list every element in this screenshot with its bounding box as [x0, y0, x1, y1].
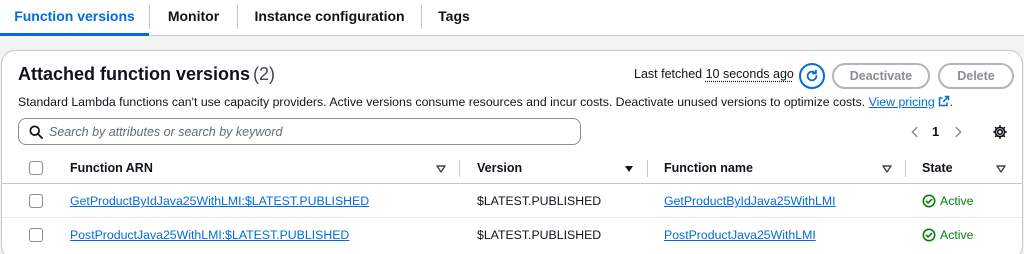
tab-tags[interactable]: Tags [422, 0, 486, 34]
panel-title-count: (2) [253, 64, 276, 84]
state-cell: Active [922, 184, 974, 218]
panel-description: Standard Lambda functions can't use capa… [18, 95, 953, 109]
tab-function-versions[interactable]: Function versions [0, 0, 149, 36]
tab-monitor[interactable]: Monitor [150, 0, 237, 34]
state-label: Active [940, 194, 974, 208]
pagination: 1 [908, 118, 965, 145]
last-fetched: Last fetched 10 seconds ago [634, 67, 794, 81]
column-header-function-name[interactable]: Function name [664, 152, 753, 184]
function-arn-link[interactable]: PostProductJava25WithLMI:$LATEST.PUBLISH… [70, 218, 349, 252]
description-text: Standard Lambda functions can't use capa… [18, 95, 866, 109]
search-placeholder: Search by attributes or search by keywor… [49, 124, 283, 139]
state-cell: Active [922, 218, 974, 252]
last-fetched-value[interactable]: 10 seconds ago [706, 67, 794, 81]
sort-caret-down-filled-icon[interactable] [624, 164, 634, 174]
function-name-link[interactable]: GetProductByIdJava25WithLMI [664, 184, 836, 218]
table-row: GetProductByIdJava25WithLMI:$LATEST.PUBL… [2, 184, 1022, 218]
search-input[interactable]: Search by attributes or search by keywor… [18, 118, 581, 145]
refresh-button[interactable] [799, 63, 825, 89]
sort-caret-down-icon[interactable] [882, 164, 892, 174]
search-icon [29, 124, 43, 139]
last-fetched-label: Last fetched [634, 67, 703, 81]
settings-gear-icon[interactable] [992, 124, 1008, 140]
column-divider [459, 160, 460, 177]
view-pricing-label: View pricing [868, 95, 935, 109]
version-cell: $LATEST.PUBLISHED [477, 194, 602, 208]
row-checkbox[interactable] [29, 228, 43, 242]
delete-button[interactable]: Delete [938, 63, 1014, 89]
table-header: Function ARN Version Function name State [2, 152, 1022, 184]
tab-instance-configuration[interactable]: Instance configuration [238, 0, 421, 34]
state-label: Active [940, 228, 974, 242]
status-success-icon [922, 194, 936, 208]
tab-bar: Function versions Monitor Instance confi… [0, 0, 1024, 36]
version-cell: $LATEST.PUBLISHED [477, 228, 602, 242]
deactivate-button[interactable]: Deactivate [832, 63, 930, 89]
select-all-checkbox[interactable] [29, 161, 43, 175]
column-header-state[interactable]: State [922, 152, 953, 184]
column-header-function-arn[interactable]: Function ARN [70, 152, 153, 184]
column-header-version[interactable]: Version [477, 152, 522, 184]
pagination-page-1[interactable]: 1 [932, 124, 939, 139]
table-row: PostProductJava25WithLMI:$LATEST.PUBLISH… [2, 218, 1022, 252]
attached-versions-panel: Attached function versions (2) Last fetch… [1, 50, 1023, 254]
view-pricing-link[interactable]: View pricing [869, 95, 935, 109]
function-name-link[interactable]: PostProductJava25WithLMI [664, 218, 816, 252]
function-arn-link[interactable]: GetProductByIdJava25WithLMI:$LATEST.PUBL… [70, 184, 369, 218]
chevron-right-icon[interactable] [951, 125, 965, 139]
chevron-left-icon[interactable] [908, 125, 922, 139]
column-divider [905, 160, 906, 177]
sort-caret-down-icon[interactable] [436, 164, 446, 174]
description-trailing: . [949, 95, 954, 109]
external-link-icon [938, 95, 949, 107]
column-divider [647, 160, 648, 177]
sort-caret-down-icon[interactable] [996, 164, 1006, 174]
panel-title-text: Attached function versions [18, 64, 251, 84]
panel-title: Attached function versions (2) [18, 64, 275, 85]
refresh-icon [806, 69, 818, 82]
row-checkbox[interactable] [29, 194, 43, 208]
status-success-icon [922, 228, 936, 242]
